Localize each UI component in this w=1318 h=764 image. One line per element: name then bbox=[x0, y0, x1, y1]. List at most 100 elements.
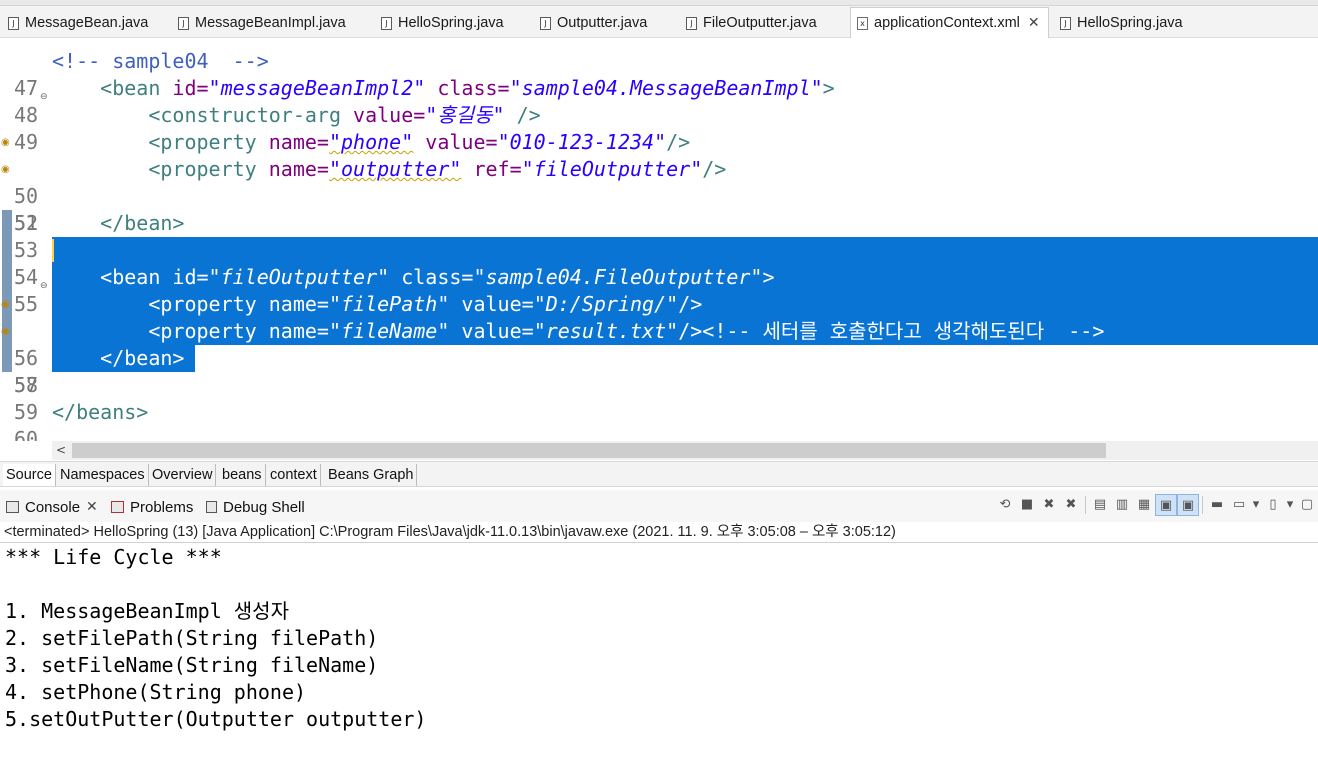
java-file-icon: J bbox=[178, 16, 189, 30]
code-line-49: 49 <constructor-arg value="홍길동" /> bbox=[0, 102, 1318, 154]
tab-fileoutputter-java[interactable]: J FileOutputter.java bbox=[686, 9, 817, 37]
open-console-icon[interactable]: ▯ bbox=[1262, 494, 1284, 516]
console-line: *** Life Cycle *** bbox=[5, 545, 222, 569]
xml-attr: value= bbox=[449, 292, 534, 316]
tab-namespaces[interactable]: Namespaces bbox=[57, 464, 149, 486]
tab-beans[interactable]: beans bbox=[219, 464, 266, 486]
tab-label: MessageBean.java bbox=[25, 15, 149, 31]
horizontal-scrollbar[interactable]: < bbox=[52, 441, 1318, 460]
tab-source[interactable]: Source bbox=[3, 464, 56, 486]
code-line-48: 48 ⊖ <bean id="messageBeanImpl2" class="… bbox=[0, 75, 1318, 127]
scroll-lock-icon[interactable]: ▥ bbox=[1111, 494, 1133, 516]
tab-label: HelloSpring.java bbox=[398, 15, 504, 31]
xml-attr: id= bbox=[172, 76, 209, 100]
text-cursor bbox=[52, 239, 54, 262]
remove-launch-icon[interactable]: ✖ bbox=[1038, 494, 1060, 516]
code-line-58: 58 </bean> bbox=[0, 345, 1318, 397]
clear-console-icon[interactable]: ▤ bbox=[1089, 494, 1111, 516]
xml-value: "sample04.MessageBeanImpl" bbox=[509, 76, 823, 100]
code-line-60: 60 </beans> bbox=[0, 399, 1318, 441]
code-line-54: 54 bbox=[0, 237, 1318, 289]
code-line-56: ◉ 56 <property name="filePath" value="D:… bbox=[0, 291, 1318, 370]
disconnect-icon[interactable]: ⟲ bbox=[994, 494, 1016, 516]
xml-value: "messageBeanImpl2" bbox=[208, 76, 426, 100]
xml-attr: class= bbox=[389, 265, 474, 289]
xml-tag: > bbox=[762, 265, 775, 289]
pin-console-icon[interactable]: ▬ bbox=[1206, 494, 1228, 516]
tab-label: Console bbox=[25, 498, 81, 516]
xml-value: "홍길동" bbox=[425, 103, 505, 127]
xml-value: "fileOutputter" bbox=[521, 157, 703, 181]
console-output[interactable]: *** Life Cycle *** 1. MessageBeanImpl 생성… bbox=[0, 542, 1318, 764]
tab-console[interactable]: Console ✕ bbox=[6, 496, 98, 518]
tab-overview[interactable]: Overview bbox=[149, 464, 217, 486]
xml-tag: <constructor-arg bbox=[148, 103, 354, 127]
xml-value: "fileOutputter" bbox=[208, 265, 390, 289]
tab-label: HelloSpring.java bbox=[1077, 15, 1183, 31]
show-stderr-icon[interactable]: ▣ bbox=[1177, 494, 1199, 516]
tab-label: MessageBeanImpl.java bbox=[195, 15, 346, 31]
java-file-icon: J bbox=[8, 16, 19, 30]
display-console-icon[interactable]: ▭ bbox=[1228, 494, 1250, 516]
xml-tag: <property bbox=[148, 292, 269, 316]
code-line-47: 47 <!-- sample04 --> bbox=[0, 48, 1318, 100]
terminate-icon[interactable]: ■ bbox=[1016, 494, 1038, 516]
xml-tag: > bbox=[822, 76, 835, 100]
minimize-icon[interactable]: ▢ bbox=[1296, 494, 1318, 516]
scrollbar-thumb[interactable] bbox=[72, 443, 1106, 458]
xml-tag: /> bbox=[678, 319, 703, 343]
java-file-icon: J bbox=[1060, 16, 1071, 30]
console-icon bbox=[6, 501, 19, 513]
console-toolbar: ⟲ ■ ✖ ✖ ▤ ▥ ▦ ▣ ▣ ▬ ▭ ▾ ▯ ▾ ▢ bbox=[994, 494, 1318, 516]
toolbar-separator bbox=[1202, 496, 1203, 514]
warning-icon[interactable]: ◉ bbox=[1, 137, 11, 149]
xml-tag: /> bbox=[702, 157, 727, 181]
xml-editor[interactable]: 47 <!-- sample04 --> 48 ⊖ <bean id="mess… bbox=[0, 38, 1318, 441]
tab-context[interactable]: context bbox=[267, 464, 321, 486]
xml-value: "filePath" bbox=[328, 292, 450, 316]
tab-problems[interactable]: Problems bbox=[111, 496, 193, 518]
show-stdout-icon[interactable]: ▣ bbox=[1155, 494, 1177, 516]
editor-page-tabs: Source Namespaces Overview beans context… bbox=[0, 461, 1318, 487]
tab-debug-shell[interactable]: Debug Shell bbox=[206, 496, 305, 518]
tab-hellospring-java-2[interactable]: J HelloSpring.java bbox=[1060, 9, 1183, 37]
chevron-down-icon[interactable]: ▾ bbox=[1250, 494, 1262, 516]
code-line-55: 55 ⊖ <bean id="fileOutputter" class="sam… bbox=[0, 264, 1318, 316]
tab-beans-graph[interactable]: Beans Graph bbox=[325, 464, 418, 486]
code-line-52: 52 bbox=[0, 183, 1318, 235]
word-wrap-icon[interactable]: ▦ bbox=[1133, 494, 1155, 516]
xml-attr: name= bbox=[268, 319, 329, 343]
code-line-59: 59 bbox=[0, 372, 1318, 424]
console-status: <terminated> HelloSpring (13) [Java Appl… bbox=[4, 524, 896, 540]
scroll-left-icon[interactable]: < bbox=[52, 441, 70, 460]
xml-attr: name= bbox=[268, 130, 329, 154]
tab-label: applicationContext.xml bbox=[874, 15, 1020, 31]
debug-shell-icon bbox=[206, 501, 217, 513]
close-icon[interactable]: ✕ bbox=[86, 499, 98, 515]
xml-tag: </bean> bbox=[100, 211, 185, 235]
tab-outputter-java[interactable]: J Outputter.java bbox=[540, 9, 647, 37]
tab-label: Debug Shell bbox=[223, 498, 305, 516]
xml-value: "010-123-1234" bbox=[497, 130, 667, 154]
code-line-53: 53 </bean> bbox=[0, 210, 1318, 262]
xml-attr: class= bbox=[425, 76, 510, 100]
code-line-57: ◉ 57 <property name="fileName" value="re… bbox=[0, 318, 1318, 397]
warning-icon[interactable]: ◉ bbox=[1, 164, 11, 176]
tab-messagebean-java[interactable]: J MessageBean.java bbox=[8, 9, 148, 37]
toolbar-separator bbox=[1085, 496, 1086, 514]
tab-messagebeanimpl-java[interactable]: J MessageBeanImpl.java bbox=[178, 9, 346, 37]
chevron-down-icon[interactable]: ▾ bbox=[1284, 494, 1296, 516]
xml-tag: <property bbox=[148, 157, 269, 181]
tab-hellospring-java[interactable]: J HelloSpring.java bbox=[381, 9, 504, 37]
tab-label: Outputter.java bbox=[557, 15, 648, 31]
xml-file-icon: x bbox=[857, 16, 868, 30]
console-line: 2. setFilePath(String filePath) bbox=[5, 626, 379, 650]
tab-applicationcontext-xml[interactable]: x applicationContext.xml ✕ bbox=[850, 7, 1049, 38]
xml-tag: /> bbox=[678, 292, 703, 316]
close-icon[interactable]: ✕ bbox=[1028, 15, 1040, 31]
warning-icon[interactable]: ◉ bbox=[1, 326, 11, 338]
warning-icon[interactable]: ◉ bbox=[1, 299, 11, 311]
xml-tag: </beans> bbox=[52, 400, 149, 424]
remove-all-icon[interactable]: ✖ bbox=[1060, 494, 1082, 516]
java-file-icon: J bbox=[686, 16, 697, 30]
